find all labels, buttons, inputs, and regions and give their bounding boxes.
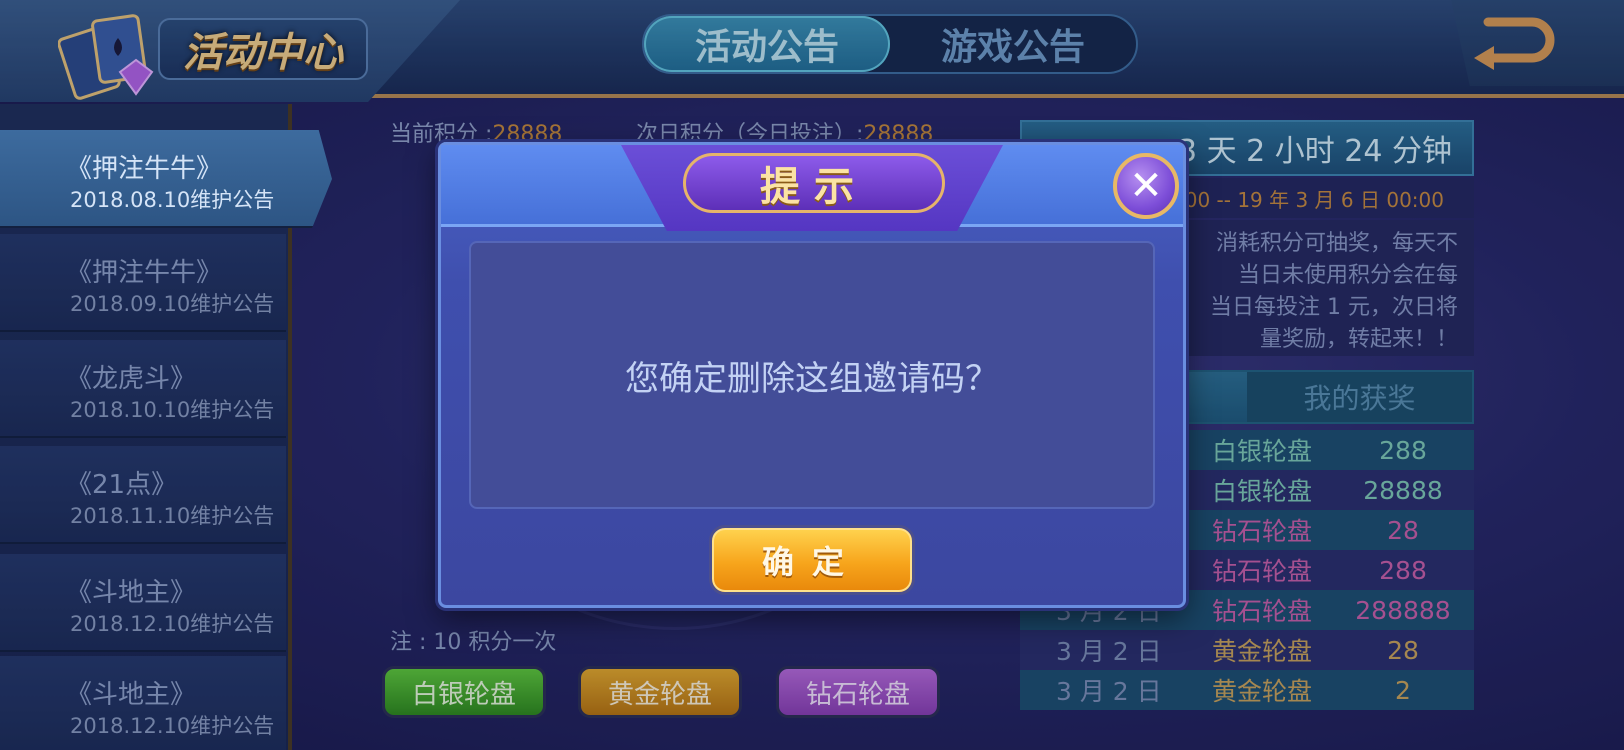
close-button[interactable]: ✕ bbox=[1113, 153, 1179, 219]
dialog-title: 提示 bbox=[760, 164, 868, 210]
sidebar-item-title: 《押注牛牛》 bbox=[66, 154, 223, 184]
dialog-message: 您确定删除这组邀请码？ bbox=[625, 358, 999, 399]
confirm-button[interactable]: 确定 bbox=[709, 525, 915, 595]
close-icon: ✕ bbox=[1129, 163, 1163, 209]
sidebar-item-bull-betting-1[interactable]: 《押注牛牛》 2018.08.10维护公告 bbox=[0, 130, 332, 228]
confirm-button-label: 确定 bbox=[761, 543, 862, 581]
dialog-title-plate: 提示 bbox=[683, 153, 945, 213]
sidebar-item-date: 2018.08.10维护公告 bbox=[70, 188, 275, 212]
confirm-dialog: 提示 ✕ 您确定删除这组邀请码？ 确定 bbox=[438, 142, 1186, 608]
dialog-body: 您确定删除这组邀请码？ bbox=[469, 241, 1155, 509]
